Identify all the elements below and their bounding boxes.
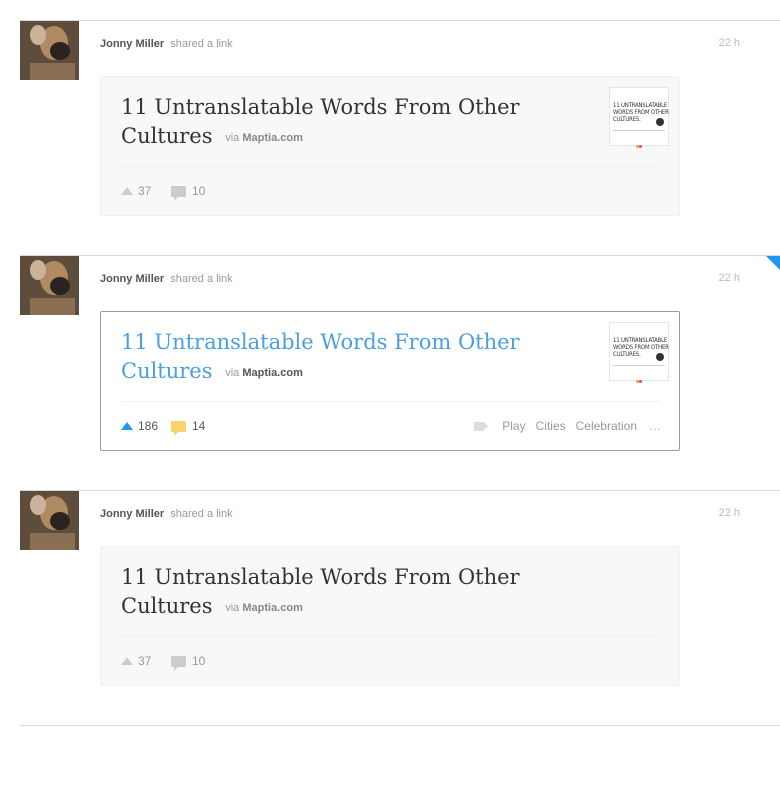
- via-text: via: [225, 132, 240, 144]
- card-divider: [121, 166, 661, 167]
- card-footer: 186 14 Play Cities Celebration …: [121, 416, 661, 436]
- source-domain[interactable]: Maptia.com: [242, 367, 303, 379]
- triangle-up-icon: [121, 422, 133, 430]
- via-label: via Maptia.com: [225, 367, 303, 379]
- triangle-up-icon: [121, 657, 133, 665]
- triangle-up-icon: [121, 187, 133, 195]
- author-name[interactable]: Jonny Miller: [100, 508, 164, 520]
- post-action: shared a link: [170, 38, 233, 50]
- timestamp: 22 h: [718, 37, 740, 49]
- thumbnail-line: 11 UNTRANSLATABLE: [613, 102, 668, 109]
- upvote-count: 37: [138, 184, 152, 198]
- thumbnail-dots: [636, 370, 642, 383]
- upvote-button[interactable]: 37: [121, 654, 151, 668]
- link-card[interactable]: 11 Untranslatable Words From Other Cultu…: [100, 311, 680, 451]
- comment-button[interactable]: 14: [171, 419, 206, 436]
- speech-bubble-icon: [171, 185, 186, 201]
- timestamp: 22 h: [718, 272, 740, 284]
- post-meta: Jonny Miller shared a link: [100, 507, 233, 521]
- link-card[interactable]: 11 Untranslatable Words From Other Cultu…: [100, 76, 680, 216]
- card-divider: [121, 636, 661, 637]
- link-title[interactable]: 11 Untranslatable Words From Other Cultu…: [121, 328, 541, 388]
- card-footer: 37 10: [121, 651, 661, 671]
- thumbnail-rule: [613, 130, 665, 131]
- author-name[interactable]: Jonny Miller: [100, 38, 164, 50]
- avatar[interactable]: [20, 21, 79, 80]
- card-divider: [121, 401, 661, 402]
- link-title-text[interactable]: 11 Untranslatable Words From Other Cultu…: [121, 330, 520, 383]
- via-label: via Maptia.com: [225, 602, 303, 614]
- thumbnail-rule: [613, 365, 665, 366]
- thumbnail-line: WORDS FROM OTHER: [613, 109, 669, 116]
- card-footer: 37 10: [121, 181, 661, 201]
- comment-count: 10: [192, 654, 206, 668]
- upvote-button[interactable]: 37: [121, 184, 151, 198]
- link-card[interactable]: 11 Untranslatable Words From Other Cultu…: [100, 546, 680, 686]
- timestamp: 22 h: [718, 507, 740, 519]
- upvote-count: 186: [138, 419, 159, 433]
- link-title[interactable]: 11 Untranslatable Words From Other Cultu…: [121, 93, 541, 153]
- post-action: shared a link: [170, 273, 233, 285]
- post-action: shared a link: [170, 508, 233, 520]
- globe-icon: [656, 118, 664, 126]
- thumbnail-line: CULTURES.: [613, 351, 641, 358]
- via-text: via: [225, 367, 240, 379]
- upvote-button[interactable]: 186: [121, 419, 158, 433]
- link-title-text[interactable]: 11 Untranslatable Words From Other Cultu…: [121, 565, 520, 618]
- unread-corner-flag: [766, 256, 780, 270]
- source-domain[interactable]: Maptia.com: [242, 132, 303, 144]
- post-meta: Jonny Miller shared a link: [100, 272, 233, 286]
- more-tags-button[interactable]: …: [649, 419, 661, 433]
- tag-icon: [474, 421, 489, 431]
- tag-list: Play Cities Celebration …: [474, 419, 661, 433]
- link-thumbnail[interactable]: 11 UNTRANSLATABLE WORDS FROM OTHER CULTU…: [609, 322, 669, 383]
- speech-bubble-icon: [171, 420, 186, 436]
- avatar[interactable]: [20, 491, 79, 550]
- post-meta: Jonny Miller shared a link: [100, 37, 233, 51]
- link-title-text[interactable]: 11 Untranslatable Words From Other Cultu…: [121, 95, 520, 148]
- globe-icon: [656, 353, 664, 361]
- thumbnail-line: WORDS FROM OTHER: [613, 344, 669, 351]
- via-label: via Maptia.com: [225, 132, 303, 144]
- author-name[interactable]: Jonny Miller: [100, 273, 164, 285]
- comment-count: 10: [192, 184, 206, 198]
- feed-item: Jonny Miller shared a link 22 h 11 Untra…: [20, 20, 780, 256]
- activity-feed: Jonny Miller shared a link 22 h 11 Untra…: [0, 0, 780, 800]
- comment-button[interactable]: 10: [171, 654, 206, 671]
- avatar[interactable]: [20, 256, 79, 315]
- feed-item: Jonny Miller shared a link 22 h 11 Untra…: [20, 255, 780, 491]
- link-title[interactable]: 11 Untranslatable Words From Other Cultu…: [121, 563, 541, 623]
- upvote-count: 37: [138, 654, 152, 668]
- feed-item: Jonny Miller shared a link 22 h 11 Untra…: [20, 490, 780, 726]
- tag-cities[interactable]: Cities: [536, 419, 566, 433]
- source-domain[interactable]: Maptia.com: [242, 602, 303, 614]
- link-thumbnail[interactable]: 11 UNTRANSLATABLE WORDS FROM OTHER CULTU…: [609, 87, 669, 148]
- via-text: via: [225, 602, 240, 614]
- thumbnail-line: 11 UNTRANSLATABLE: [613, 337, 668, 344]
- thumbnail-dots: [636, 135, 642, 148]
- tag-celebration[interactable]: Celebration: [576, 419, 637, 433]
- tag-play[interactable]: Play: [502, 419, 525, 433]
- comment-button[interactable]: 10: [171, 184, 206, 201]
- feed-bottom-divider: [20, 725, 780, 726]
- comment-count: 14: [192, 419, 206, 433]
- speech-bubble-icon: [171, 655, 186, 671]
- thumbnail-line: CULTURES.: [613, 116, 641, 123]
